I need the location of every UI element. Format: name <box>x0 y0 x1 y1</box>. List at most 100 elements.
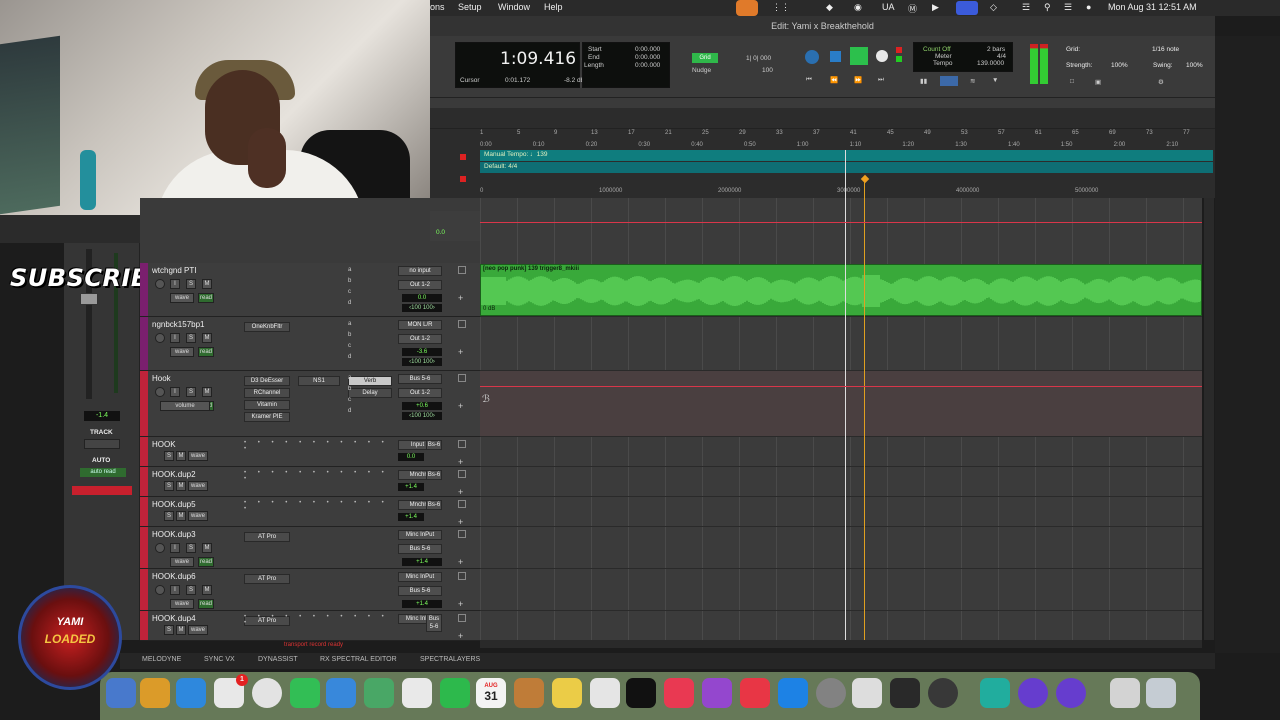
grid-icon[interactable]: ⋮⋮ <box>772 2 790 13</box>
send-letter[interactable]: d <box>348 354 351 360</box>
track-lane[interactable] <box>480 371 1202 437</box>
volume-value[interactable]: -3.6 <box>402 348 442 356</box>
record-arm-button[interactable] <box>155 543 165 553</box>
pro-tools-icon-2[interactable] <box>1056 678 1086 708</box>
input-monitor-button[interactable]: I <box>170 543 180 553</box>
safari-icon[interactable] <box>176 678 206 708</box>
send-letter[interactable]: b <box>348 332 351 338</box>
solo-button[interactable]: S <box>164 481 174 491</box>
solo-button[interactable]: S <box>186 333 196 343</box>
strength-value[interactable]: 100% <box>1111 62 1128 69</box>
volume-value[interactable]: +0.6 <box>402 402 442 410</box>
length-value[interactable]: 0:00.000 <box>635 62 660 69</box>
clock-datetime[interactable]: Mon Aug 31 12:51 AM <box>1108 2 1197 12</box>
send-letter[interactable]: a <box>348 321 351 327</box>
insert-slot[interactable]: OneKnbFltr <box>244 322 290 332</box>
rewind-start-icon[interactable]: ⏮ <box>806 76 812 84</box>
end-value[interactable]: 0:00.000 <box>635 54 660 61</box>
mail-icon[interactable] <box>326 678 356 708</box>
insert-slot[interactable]: Vitamin <box>244 400 290 410</box>
plugin-syncvx[interactable]: SYNC VX <box>204 656 235 663</box>
finder-icon[interactable] <box>106 678 136 708</box>
add-lane-icon[interactable]: + <box>458 631 463 641</box>
vertical-scrollbar[interactable] <box>1204 198 1214 640</box>
track-name[interactable]: HOOK <box>152 440 176 449</box>
solo-button[interactable]: S <box>186 585 196 595</box>
end-icon[interactable]: ⏭ <box>878 76 884 84</box>
mute-button[interactable]: M <box>176 511 186 521</box>
track-name[interactable]: HOOK.dup2 <box>152 470 196 479</box>
track-row[interactable]: HookISMwavereadvolumeD3 DeEsserRChannelV… <box>140 371 480 437</box>
output-selector[interactable]: Out 1-2 <box>398 280 442 290</box>
track-row[interactable]: HOOK S Mwave • • • • • • • • • • • • Input 1… <box>140 437 480 467</box>
input-monitor-button[interactable]: I <box>170 279 180 289</box>
track-menu-icon[interactable] <box>458 500 466 508</box>
send-letter[interactable]: a <box>348 267 351 273</box>
status-ua[interactable]: UA <box>882 2 895 12</box>
volume-value[interactable]: +1.4 <box>402 558 442 566</box>
solo-button[interactable]: S <box>186 279 196 289</box>
plugin-dynassist[interactable]: DYNASSIST <box>258 656 298 663</box>
volume-value[interactable]: +1.4 <box>402 600 442 608</box>
audio-midi-icon[interactable] <box>890 678 920 708</box>
insert-slot[interactable]: AT Pro <box>244 574 290 584</box>
messages-icon[interactable] <box>290 678 320 708</box>
output-selector[interactable]: Out 1-2 <box>398 334 442 344</box>
horizontal-scrollbar[interactable] <box>480 640 1202 648</box>
photos-app-icon[interactable]: 1 <box>214 674 248 708</box>
track-menu-icon[interactable] <box>458 572 466 580</box>
view-selector[interactable]: wave <box>170 293 194 303</box>
launchpad-icon[interactable] <box>140 678 170 708</box>
mute-button[interactable]: M <box>176 625 186 635</box>
main-counter[interactable]: 1:09.416 <box>500 49 576 69</box>
play-button[interactable] <box>850 47 868 65</box>
record-button[interactable] <box>876 50 888 62</box>
track-menu-icon[interactable] <box>458 470 466 478</box>
fader-handle[interactable] <box>80 293 98 305</box>
freeform-icon[interactable] <box>590 678 620 708</box>
search-icon[interactable]: ⚲ <box>1044 2 1051 13</box>
track-name[interactable]: HOOK.dup6 <box>152 572 196 581</box>
tv-icon[interactable] <box>626 678 656 708</box>
start-value[interactable]: 0:00.000 <box>635 46 660 53</box>
solo-button[interactable]: S <box>186 387 196 397</box>
notes-icon[interactable] <box>552 678 582 708</box>
add-lane-icon[interactable]: + <box>458 487 463 497</box>
add-lane-icon[interactable]: + <box>458 599 463 609</box>
automation-mode[interactable]: read <box>198 557 214 567</box>
control-center-icon[interactable]: ☰ <box>1064 2 1072 13</box>
send-letter[interactable]: a <box>348 375 351 381</box>
track-name[interactable]: HOOK.dup3 <box>152 530 196 539</box>
insert-slot[interactable]: AT Pro <box>244 532 290 542</box>
automation-mode[interactable]: read <box>198 599 214 609</box>
menu-item-help[interactable]: Help <box>544 2 563 12</box>
send-letter[interactable]: c <box>348 289 351 295</box>
chrome-icon[interactable] <box>252 678 282 708</box>
input-selector[interactable]: Minc InPut <box>398 572 442 582</box>
track-name[interactable]: HOOK.dup5 <box>152 500 196 509</box>
tempo-lane[interactable]: Manual Tempo: ♩139 <box>480 150 1213 161</box>
microphone-icon[interactable] <box>736 0 758 16</box>
overview-bar[interactable] <box>430 98 1215 108</box>
music-file-icon[interactable] <box>1110 678 1140 708</box>
plugin-melodyne[interactable]: MELODYNE <box>142 656 181 663</box>
screen-mirror-icon[interactable] <box>956 1 978 15</box>
volume-value[interactable]: 0.0 <box>398 453 424 461</box>
input-selector[interactable]: no input <box>398 266 442 276</box>
record-arm-button[interactable] <box>155 387 165 397</box>
track-menu-icon[interactable] <box>458 440 466 448</box>
insert-slot-b[interactable]: NS1 <box>298 376 340 386</box>
track-row[interactable]: ngnbck157bp1 I S Mwave read OneKnbFltr a b c d MON… <box>140 317 480 371</box>
nudge-label[interactable]: Nudge <box>692 67 711 74</box>
view-selector[interactable]: wave <box>188 481 208 491</box>
input-selector[interactable]: Minc InPut <box>398 530 442 540</box>
ua-connect-icon[interactable] <box>928 678 958 708</box>
edit-cursor-line[interactable] <box>864 182 865 640</box>
facetime-icon[interactable] <box>440 678 470 708</box>
contacts-icon[interactable] <box>514 678 544 708</box>
view-toggle-4[interactable]: ▼ <box>992 77 998 84</box>
output-selector[interactable]: Bus 5-6 <box>398 586 442 596</box>
input-monitor-button[interactable]: I <box>170 585 180 595</box>
automation-mode[interactable]: read <box>198 347 214 357</box>
view-toggle-2[interactable] <box>940 76 958 86</box>
